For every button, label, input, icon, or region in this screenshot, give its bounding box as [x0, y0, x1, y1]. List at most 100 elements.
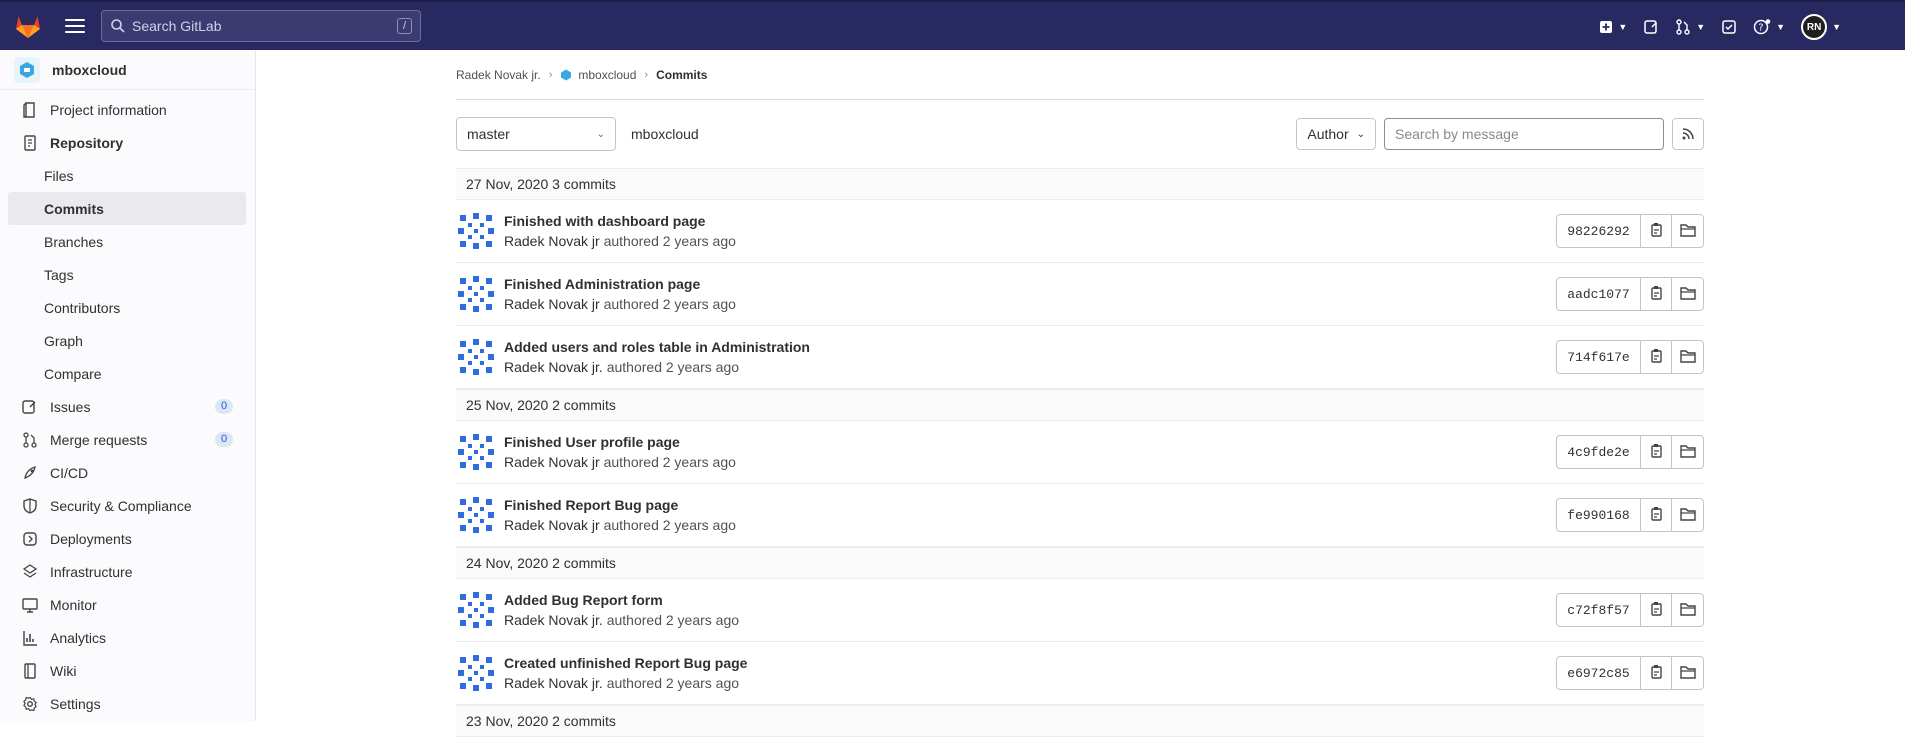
sidebar-item-wiki[interactable]: Wiki — [0, 654, 255, 687]
browse-files-button[interactable] — [1672, 657, 1703, 689]
sidebar-item-project-information[interactable]: Project information — [0, 93, 255, 126]
commit-sha[interactable]: aadc1077 — [1557, 278, 1641, 310]
avatar[interactable] — [456, 432, 496, 472]
commit-author[interactable]: Radek Novak jr — [504, 233, 600, 249]
commit-sha[interactable]: e6972c85 — [1557, 657, 1641, 689]
issues-top-button[interactable] — [1637, 11, 1665, 43]
commit-title[interactable]: Finished with dashboard page — [504, 213, 736, 229]
gitlab-logo-icon[interactable] — [13, 11, 43, 41]
avatar[interactable] — [456, 274, 496, 314]
commit-author[interactable]: Radek Novak jr. — [504, 675, 603, 691]
commit-sha[interactable]: 4c9fde2e — [1557, 436, 1641, 468]
commit-title[interactable]: Finished Administration page — [504, 276, 736, 292]
day-header: 25 Nov, 2020 2 commits — [456, 389, 1704, 421]
commit-row: Finished Report Bug page Radek Novak jr … — [456, 484, 1704, 547]
search-by-message-input[interactable] — [1384, 118, 1664, 150]
todos-top-button[interactable] — [1715, 11, 1743, 43]
commit-info: Added users and roles table in Administr… — [504, 339, 810, 375]
commit-title[interactable]: Added users and roles table in Administr… — [504, 339, 810, 355]
breadcrumb-current[interactable]: Commits — [656, 68, 707, 82]
sidebar-item-graph[interactable]: Graph — [0, 324, 255, 357]
commit-time: authored 2 years ago — [606, 675, 740, 691]
merge-requests-count-badge: 0 — [215, 432, 233, 447]
commit-author[interactable]: Radek Novak jr — [504, 517, 600, 533]
breadcrumb-project[interactable]: mboxcloud — [578, 68, 636, 82]
sidebar-item-issues[interactable]: Issues 0 — [0, 390, 255, 423]
commit-author[interactable]: Radek Novak jr. — [504, 359, 603, 375]
copy-sha-button[interactable] — [1641, 341, 1672, 373]
commit-title[interactable]: Finished Report Bug page — [504, 497, 736, 513]
avatar[interactable] — [456, 590, 496, 630]
commit-author[interactable]: Radek Novak jr — [504, 296, 600, 312]
sidebar-item-repository[interactable]: Repository — [0, 126, 255, 159]
sidebar-item-settings[interactable]: Settings — [0, 687, 255, 720]
sidebar-item-branches[interactable]: Branches — [0, 225, 255, 258]
deployments-icon — [22, 531, 38, 547]
top-right-actions: ▼ ▼ ? ▼ RN ▼ — [1593, 2, 1847, 52]
sidebar-item-security-compliance[interactable]: Security & Compliance — [0, 489, 255, 522]
commit-meta: Radek Novak jr. authored 2 years ago — [504, 359, 810, 375]
author-filter-button[interactable]: Author ⌄ — [1296, 118, 1376, 150]
avatar[interactable] — [456, 337, 496, 377]
sidebar-item-contributors[interactable]: Contributors — [0, 291, 255, 324]
breadcrumb-user[interactable]: Radek Novak jr. — [456, 68, 541, 82]
commit-sha[interactable]: 98226292 — [1557, 215, 1641, 247]
repository-icon — [22, 134, 38, 151]
commit-sha-group: c72f8f57 — [1556, 593, 1704, 627]
help-top-button[interactable]: ? ▼ — [1747, 11, 1791, 43]
commit-author[interactable]: Radek Novak jr — [504, 454, 600, 470]
copy-icon — [1649, 285, 1663, 304]
commit-sha-group: fe990168 — [1556, 498, 1704, 532]
project-header[interactable]: mboxcloud — [0, 50, 255, 90]
sidebar-item-ci-cd[interactable]: CI/CD — [0, 456, 255, 489]
copy-sha-button[interactable] — [1641, 278, 1672, 310]
avatar[interactable] — [456, 495, 496, 535]
commit-title[interactable]: Finished User profile page — [504, 434, 736, 450]
sidebar-item-monitor[interactable]: Monitor — [0, 588, 255, 621]
copy-sha-button[interactable] — [1641, 215, 1672, 247]
commit-info: Finished Administration page Radek Novak… — [504, 276, 736, 312]
rss-feed-button[interactable] — [1672, 118, 1704, 150]
sidebar-item-infrastructure[interactable]: Infrastructure — [0, 555, 255, 588]
sidebar-item-commits[interactable]: Commits — [8, 192, 246, 225]
browse-files-button[interactable] — [1672, 215, 1703, 247]
folder-icon — [1679, 507, 1696, 524]
commit-meta: Radek Novak jr. authored 2 years ago — [504, 675, 747, 691]
commit-sha[interactable]: c72f8f57 — [1557, 594, 1641, 626]
top-navbar: Search GitLab / ▼ ▼ ? ▼ RN ▼ — [0, 0, 1905, 50]
user-menu-button[interactable]: RN ▼ — [1795, 11, 1847, 43]
browse-files-button[interactable] — [1672, 436, 1703, 468]
branch-selector[interactable]: master ⌄ — [456, 117, 616, 151]
issues-count-badge: 0 — [215, 399, 233, 414]
create-new-button[interactable]: ▼ — [1593, 11, 1633, 43]
commit-time: authored 2 years ago — [603, 517, 736, 533]
sidebar-item-analytics[interactable]: Analytics — [0, 621, 255, 654]
browse-files-button[interactable] — [1672, 278, 1703, 310]
commit-sha[interactable]: fe990168 — [1557, 499, 1641, 531]
commit-meta: Radek Novak jr authored 2 years ago — [504, 517, 736, 533]
folder-icon — [1679, 223, 1696, 240]
folder-icon — [1679, 286, 1696, 303]
browse-files-button[interactable] — [1672, 594, 1703, 626]
menu-icon[interactable] — [65, 16, 85, 36]
sidebar-item-compare[interactable]: Compare — [0, 357, 255, 390]
avatar[interactable] — [456, 211, 496, 251]
copy-sha-button[interactable] — [1641, 499, 1672, 531]
sidebar-item-merge-requests[interactable]: Merge requests 0 — [0, 423, 255, 456]
sidebar-item-deployments[interactable]: Deployments — [0, 522, 255, 555]
copy-sha-button[interactable] — [1641, 594, 1672, 626]
commit-title[interactable]: Created unfinished Report Bug page — [504, 655, 747, 671]
search-input[interactable]: Search GitLab / — [101, 10, 421, 42]
commit-title[interactable]: Added Bug Report form — [504, 592, 739, 608]
copy-sha-button[interactable] — [1641, 436, 1672, 468]
browse-files-button[interactable] — [1672, 341, 1703, 373]
browse-files-button[interactable] — [1672, 499, 1703, 531]
avatar[interactable] — [456, 653, 496, 693]
sidebar-item-files[interactable]: Files — [0, 159, 255, 192]
merge-requests-top-button[interactable]: ▼ — [1669, 11, 1711, 43]
commit-time: authored 2 years ago — [603, 296, 736, 312]
sidebar-item-tags[interactable]: Tags — [0, 258, 255, 291]
commit-sha[interactable]: 714f617e — [1557, 341, 1641, 373]
copy-sha-button[interactable] — [1641, 657, 1672, 689]
commit-author[interactable]: Radek Novak jr. — [504, 612, 603, 628]
